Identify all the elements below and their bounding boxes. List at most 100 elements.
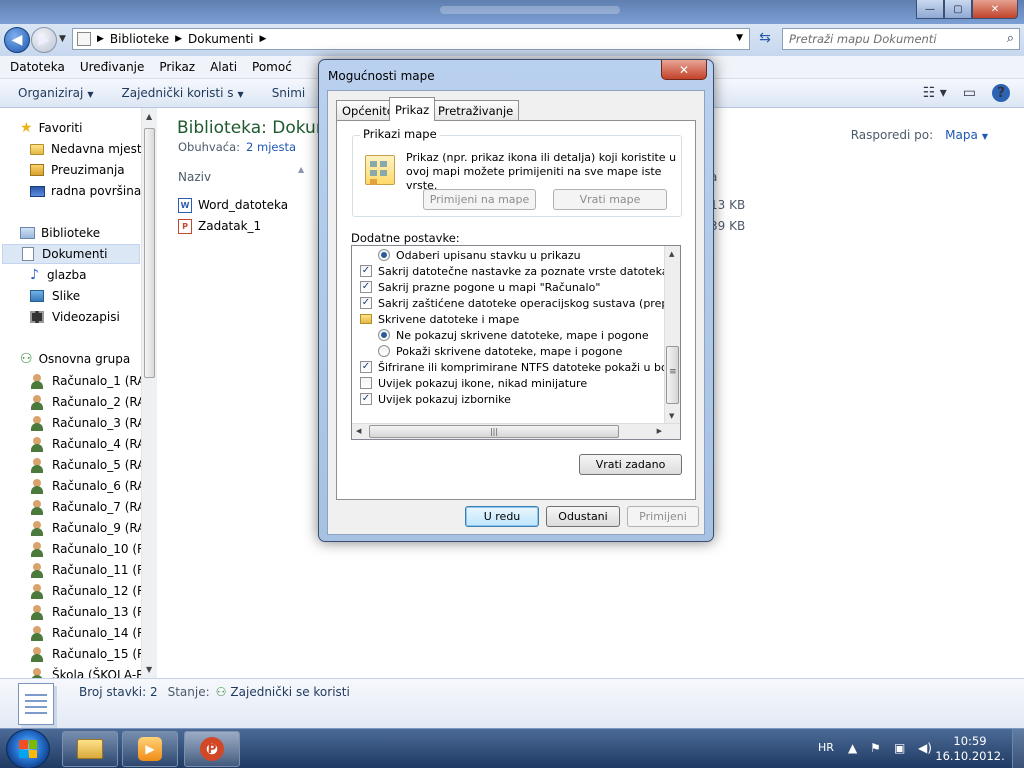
tab-search[interactable]: Pretraživanje bbox=[432, 100, 520, 120]
settings-vertical-scrollbar[interactable]: ▲ ▼ bbox=[664, 246, 680, 424]
maximize-button[interactable]: ▢ bbox=[944, 0, 972, 19]
nav-computer[interactable]: Računalo_3 (RAČ bbox=[30, 413, 154, 433]
nav-desktop[interactable]: radna površina bbox=[30, 181, 141, 201]
ok-button[interactable]: U redu bbox=[465, 506, 539, 527]
chevron-down-icon[interactable]: ▼ bbox=[982, 132, 988, 141]
nav-favorites[interactable]: ★ Favoriti bbox=[20, 118, 82, 138]
nav-videos[interactable]: Videozapisi bbox=[30, 307, 120, 327]
back-button[interactable]: ◀ bbox=[4, 27, 30, 53]
minimize-button[interactable]: — bbox=[916, 0, 944, 19]
chevron-right-icon[interactable]: ▶ bbox=[260, 34, 267, 44]
refresh-button[interactable]: ⇆ bbox=[754, 30, 776, 50]
column-header-name[interactable]: Naziv bbox=[178, 170, 211, 184]
checkbox[interactable] bbox=[360, 377, 372, 389]
setting-always-icons[interactable]: Uvijek pokazuj ikone, nikad minijature bbox=[360, 375, 587, 391]
radio-button[interactable] bbox=[378, 329, 390, 341]
menu-edit[interactable]: Uređivanje bbox=[80, 60, 145, 74]
recent-pages-dropdown[interactable]: ▼ bbox=[59, 34, 66, 44]
setting-hide-extensions[interactable]: ✓ Sakrij datotečne nastavke za poznate vr… bbox=[360, 263, 669, 279]
nav-downloads[interactable]: Preuzimanja bbox=[30, 160, 125, 180]
scrollbar-thumb[interactable] bbox=[666, 346, 679, 404]
menu-tools[interactable]: Alati bbox=[210, 60, 237, 74]
view-options-icon[interactable]: ☷ ▾ bbox=[923, 85, 947, 101]
chevron-down-icon[interactable]: ▼ bbox=[736, 33, 743, 43]
breadcrumb-documents[interactable]: Dokumenti bbox=[188, 32, 253, 46]
show-hidden-icons-icon[interactable]: ▲ bbox=[848, 741, 857, 755]
action-center-flag-icon[interactable]: ⚑ bbox=[870, 741, 881, 755]
setting-hide-empty-drives[interactable]: ✓ Sakrij prazne pogone u mapi "Računalo" bbox=[360, 279, 600, 295]
includes-locations-link[interactable]: 2 mjesta bbox=[246, 140, 296, 154]
nav-computer[interactable]: Računalo_5 (RAČ bbox=[30, 455, 154, 475]
dialog-close-button[interactable]: ✕ bbox=[661, 60, 707, 80]
setting-show-hidden[interactable]: Pokaži skrivene datoteke, mape i pogone bbox=[378, 343, 622, 359]
nav-computer[interactable]: Računalo_7 (RAČ bbox=[30, 497, 154, 517]
volume-icon[interactable]: ◀) bbox=[918, 741, 932, 755]
nav-music[interactable]: ♪ glazba bbox=[30, 265, 87, 285]
nav-computer[interactable]: Računalo_4 (RAČ bbox=[30, 434, 154, 454]
chevron-right-icon[interactable]: ▶ bbox=[175, 34, 182, 44]
preview-pane-icon[interactable]: ▭ bbox=[963, 85, 976, 101]
checkbox[interactable]: ✓ bbox=[360, 297, 372, 309]
nav-computer[interactable]: Računalo_10 (RA bbox=[30, 539, 153, 559]
setting-ntfs-color[interactable]: ✓ Šifrirane ili komprimirane NTFS datotek… bbox=[360, 359, 674, 375]
reset-folders-button[interactable]: Vrati mape bbox=[553, 189, 667, 210]
network-icon[interactable]: ▣ bbox=[894, 741, 905, 755]
arrange-value-dropdown[interactable]: Mapa bbox=[945, 128, 978, 142]
forward-button[interactable]: ▶ bbox=[31, 27, 57, 53]
radio-button[interactable] bbox=[378, 345, 390, 357]
close-button[interactable]: ✕ bbox=[972, 0, 1018, 19]
nav-computer[interactable]: Računalo_6 (RAČ bbox=[30, 476, 154, 496]
share-with-button[interactable]: Zajednički koristi s ▼ bbox=[122, 86, 244, 100]
nav-computer[interactable]: Škola (ŠKOLA-RA bbox=[30, 665, 152, 678]
scroll-down-icon[interactable]: ▼ bbox=[669, 412, 674, 420]
setting-select-typed-item[interactable]: Odaberi upisanu stavku u prikazu bbox=[378, 247, 581, 263]
checkbox[interactable]: ✓ bbox=[360, 265, 372, 277]
nav-computer[interactable]: Računalo_14 (RA bbox=[30, 623, 153, 643]
setting-always-menus[interactable]: ✓ Uvijek pokazuj izbornike bbox=[360, 391, 511, 407]
scroll-left-icon[interactable]: ◀ bbox=[356, 427, 361, 435]
nav-recent-places[interactable]: Nedavna mjesta bbox=[30, 139, 149, 159]
advanced-settings-list[interactable]: Odaberi upisanu stavku u prikazu ✓ Sakrij… bbox=[351, 245, 681, 440]
language-indicator[interactable]: HR bbox=[818, 741, 834, 754]
search-input[interactable]: Pretraži mapu Dokumenti ⌕ bbox=[782, 28, 1020, 50]
start-button[interactable] bbox=[6, 729, 50, 768]
apply-to-folders-button[interactable]: Primijeni na mape bbox=[423, 189, 536, 210]
checkbox[interactable]: ✓ bbox=[360, 393, 372, 405]
nav-documents[interactable]: Dokumenti bbox=[2, 244, 140, 264]
scroll-up-icon[interactable]: ▲ bbox=[669, 250, 674, 258]
nav-pictures[interactable]: Slike bbox=[30, 286, 80, 306]
apply-button[interactable]: Primijeni bbox=[627, 506, 699, 527]
nav-computer[interactable]: Računalo_11 (RA bbox=[30, 560, 153, 580]
nav-homegroup[interactable]: ⚇ Osnovna grupa bbox=[20, 349, 130, 369]
settings-horizontal-scrollbar[interactable]: ◀ ||| ▶ bbox=[352, 423, 680, 439]
setting-hide-protected-files[interactable]: ✓ Sakrij zaštićene datoteke operacijskog … bbox=[360, 295, 680, 311]
checkbox[interactable]: ✓ bbox=[360, 281, 372, 293]
search-icon[interactable]: ⌕ bbox=[1007, 31, 1014, 46]
nav-computer[interactable]: Računalo_1 (RAČ bbox=[30, 371, 154, 391]
menu-file[interactable]: Datoteka bbox=[10, 60, 65, 74]
burn-button[interactable]: Snimi bbox=[272, 86, 306, 100]
chevron-right-icon[interactable]: ▶ bbox=[97, 34, 104, 44]
restore-defaults-button[interactable]: Vrati zadano bbox=[579, 454, 682, 475]
nav-computer[interactable]: Računalo_13 (RA bbox=[30, 602, 153, 622]
file-row-ppt[interactable]: P Zadatak_1 bbox=[178, 216, 261, 236]
scroll-down-icon[interactable]: ▼ bbox=[146, 665, 152, 674]
setting-dont-show-hidden[interactable]: Ne pokazuj skrivene datoteke, mape i pog… bbox=[378, 327, 649, 343]
address-box[interactable]: ▶ Biblioteke ▶ Dokumenti ▶ ▼ bbox=[72, 28, 750, 50]
navigation-scrollbar[interactable]: ▲ ▼ bbox=[141, 108, 157, 678]
checkbox[interactable]: ✓ bbox=[360, 361, 372, 373]
taskbar-media-player[interactable]: ▶ bbox=[122, 731, 178, 767]
radio-button[interactable] bbox=[378, 249, 390, 261]
help-icon[interactable]: ? bbox=[992, 84, 1010, 102]
breadcrumb-libraries[interactable]: Biblioteke bbox=[110, 32, 169, 46]
nav-computer[interactable]: Računalo_2 (RAČ bbox=[30, 392, 154, 412]
cancel-button[interactable]: Odustani bbox=[546, 506, 620, 527]
nav-computer[interactable]: Računalo_12 (RA bbox=[30, 581, 153, 601]
nav-computer[interactable]: Računalo_15 (RA bbox=[30, 644, 153, 664]
clock[interactable]: 10:59 16.10.2012. bbox=[934, 734, 1006, 764]
taskbar-powerpoint[interactable]: P bbox=[184, 731, 240, 767]
file-row-word[interactable]: W Word_datoteka bbox=[178, 195, 288, 215]
show-desktop-button[interactable] bbox=[1012, 729, 1024, 768]
menu-view[interactable]: Prikaz bbox=[159, 60, 195, 74]
nav-libraries[interactable]: Biblioteke bbox=[20, 223, 100, 243]
